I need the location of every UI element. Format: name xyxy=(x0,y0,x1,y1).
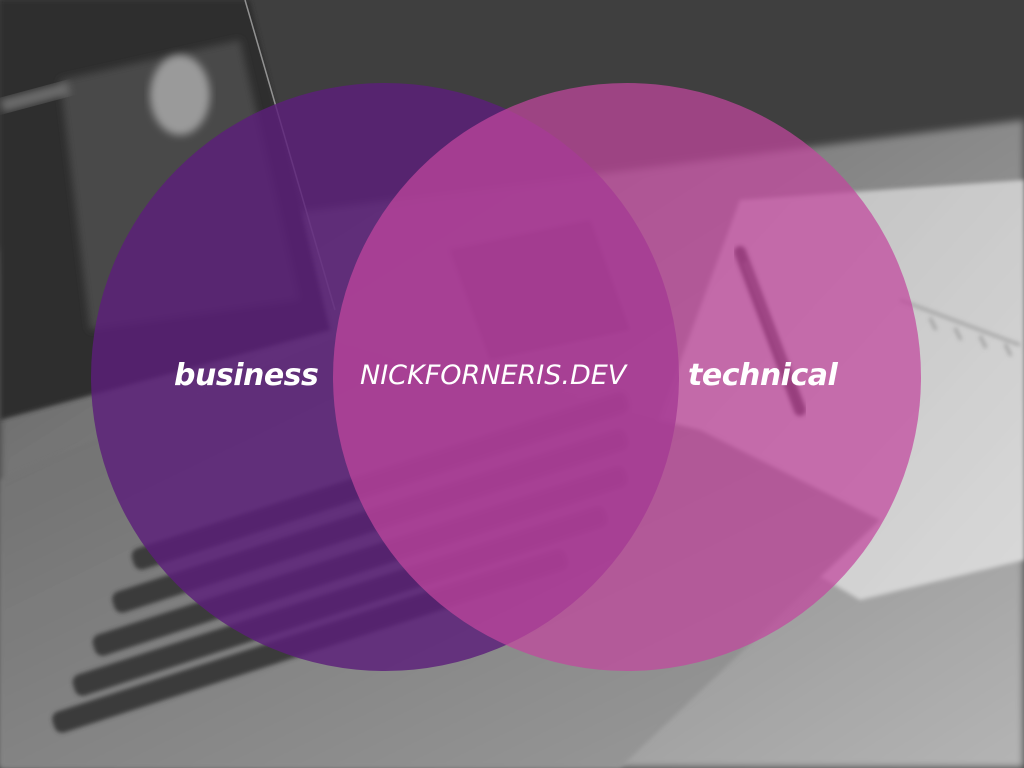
business-label: business xyxy=(174,358,319,393)
hero-banner: business NICKFORNERIS.DEV technical xyxy=(0,0,1024,768)
site-name-label: NICKFORNERIS.DEV xyxy=(360,360,627,391)
technical-label: technical xyxy=(688,358,838,393)
